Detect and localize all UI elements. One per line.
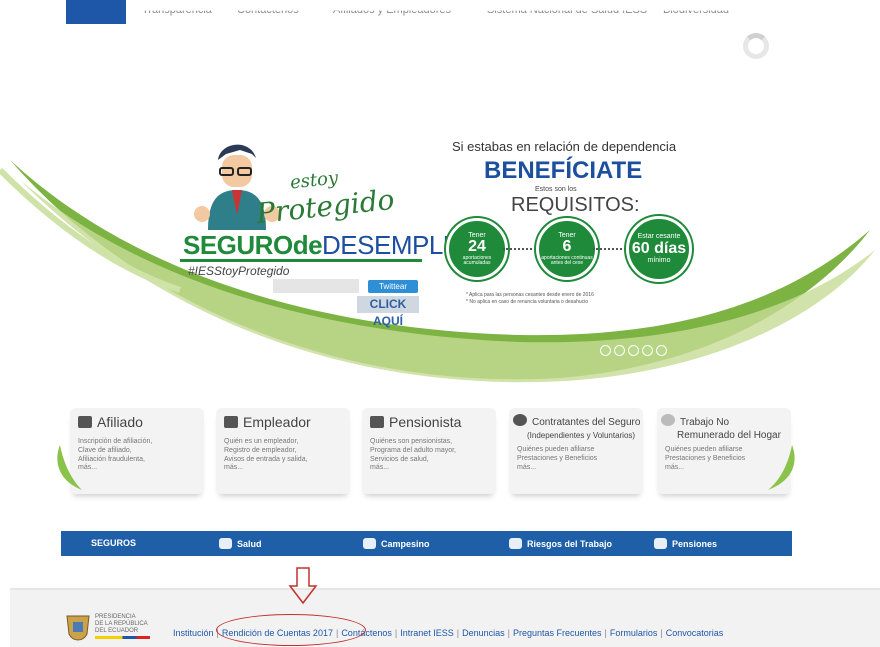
hand-icon xyxy=(661,414,675,426)
nav-home-block[interactable] xyxy=(66,0,126,24)
requirement-circle-1: Tener 24 aportaciones acumuladas xyxy=(446,218,508,280)
dotted-connector xyxy=(503,248,536,250)
banner-intro: Si estabas en relación de dependencia xyxy=(452,139,677,154)
leaf-decoration-icon xyxy=(768,445,795,490)
card-title-text: Empleador xyxy=(243,414,311,430)
card-title-text: Trabajo No xyxy=(680,417,730,428)
req2-bottom: aportaciones continuas antes del cese xyxy=(541,254,593,267)
seguro-pensiones-link[interactable]: Pensiones xyxy=(654,538,717,549)
banner-hashtag: #IESStoyProtegido xyxy=(188,264,290,278)
req3-big: 60 días xyxy=(631,239,687,257)
card-title[interactable]: Trabajo No xyxy=(661,414,729,428)
nav-item-afiliados[interactable]: Afiliados y Empleadores xyxy=(333,11,451,16)
separator: | xyxy=(456,628,460,638)
separator: | xyxy=(394,628,398,638)
card-description[interactable]: Quiénes pueden afiliarse Prestaciones y … xyxy=(665,446,745,472)
hero-banner[interactable]: estoy Protegido SEGUROdeDESEMPLEO #IESSt… xyxy=(0,120,880,385)
card-description[interactable]: Quiénes pueden afiliarse Prestaciones y … xyxy=(517,446,597,472)
seguro-item-label: Salud xyxy=(237,539,262,549)
footer-link-formularios[interactable]: Formularios xyxy=(610,628,658,638)
separator: | xyxy=(507,628,510,638)
banner-seguro-desempleo: SEGUROdeDESEMPLEO xyxy=(183,230,480,261)
seguro-salud-link[interactable]: Salud xyxy=(219,538,262,549)
card-pensionista[interactable]: Pensionista Quiénes son pensionistas, Pr… xyxy=(362,408,496,494)
card-empleador[interactable]: Empleador Quién es un empleador, Registr… xyxy=(216,408,350,494)
footer-link-convocatorias[interactable]: Convocatorias xyxy=(666,628,724,638)
carousel-dot[interactable] xyxy=(600,345,611,356)
highlight-ellipse-annotation xyxy=(216,614,366,646)
carousel-dot[interactable] xyxy=(642,345,653,356)
banner-underline xyxy=(180,259,422,262)
loading-spinner-icon xyxy=(743,33,769,59)
twitter-button[interactable]: Twittear xyxy=(368,280,418,293)
carousel-dot[interactable] xyxy=(656,345,667,356)
carousel-dot[interactable] xyxy=(614,345,625,356)
card-title[interactable]: Afiliado xyxy=(78,414,143,430)
requirement-circle-2: Tener 6 aportaciones continuas antes del… xyxy=(536,218,598,280)
banner-note-1: * Aplica para las personas cesantes desd… xyxy=(466,292,594,298)
heart-icon xyxy=(219,538,232,549)
card-description[interactable]: Quién es un empleador, Registro de emple… xyxy=(224,438,308,473)
footer-link-intranet[interactable]: Intranet IESS xyxy=(400,628,454,638)
presidencia-text: PRESIDENCIA DE LA REPÚBLICA DEL ECUADOR xyxy=(95,614,148,635)
nav-item-contactenos[interactable]: Contáctenos xyxy=(237,11,299,16)
seguro-word: SEGURO xyxy=(183,230,293,260)
requirement-circle-3: Estar cesante 60 días mínimo xyxy=(626,216,692,282)
flag-stripe xyxy=(95,636,150,639)
req3-bottom: mínimo xyxy=(647,257,671,265)
banner-headline: BENEFÍCIATE xyxy=(484,157,643,184)
separator: | xyxy=(660,628,663,638)
banner-requisitos: REQUISITOS: xyxy=(511,194,640,216)
helmet-icon xyxy=(509,538,522,549)
card-subtitle: (Independientes y Voluntarios) xyxy=(527,431,636,440)
plant-icon xyxy=(363,538,376,549)
nav-item-biodiversidad[interactable]: Biodiversidad xyxy=(663,11,729,16)
down-arrow-annotation-icon xyxy=(288,567,318,605)
share-box[interactable] xyxy=(273,279,359,293)
req1-bottom: aportaciones acumuladas xyxy=(462,254,492,267)
card-title-text: Contratantes del Seguro xyxy=(532,417,641,428)
top-navigation: Transparencia Contáctenos Afiliados y Em… xyxy=(0,0,880,26)
seguro-item-label: Campesino xyxy=(381,539,430,549)
users-icon xyxy=(78,416,92,428)
leaf-icon xyxy=(513,414,527,426)
carousel-dot[interactable] xyxy=(628,345,639,356)
dotted-connector xyxy=(593,248,626,250)
card-title-text: Pensionista xyxy=(389,414,462,430)
seguros-bar: SEGUROS Salud Campesino Riesgos del Trab… xyxy=(61,531,792,556)
carousel-pager xyxy=(600,345,667,356)
seguro-item-label: Riesgos del Trabajo xyxy=(527,539,613,549)
pension-icon xyxy=(654,538,667,549)
card-title[interactable]: Contratantes del Seguro xyxy=(513,414,640,428)
footer-link-denuncias[interactable]: Denuncias xyxy=(462,628,505,638)
card-title[interactable]: Empleador xyxy=(224,414,311,430)
nav-item-salud[interactable]: Sistema Nacional de Salud IESS xyxy=(487,11,647,16)
seguro-item-label: Pensiones xyxy=(672,539,718,549)
card-contratantes[interactable]: Contratantes del Seguro (Independientes … xyxy=(509,408,643,494)
nav-item-transparencia[interactable]: Transparencia xyxy=(142,11,212,16)
footer-link-preguntas[interactable]: Preguntas Frecuentes xyxy=(513,628,602,638)
req2-big: 6 xyxy=(562,238,572,256)
card-title[interactable]: Pensionista xyxy=(370,414,461,430)
banner-note-2: * No aplica en caso de renuncia voluntar… xyxy=(466,299,589,305)
req1-big: 24 xyxy=(468,238,486,256)
separator: | xyxy=(604,628,607,638)
seguros-label: SEGUROS xyxy=(91,538,137,548)
footer-link-institucion[interactable]: Institución xyxy=(173,628,214,638)
seguro-campesino-link[interactable]: Campesino xyxy=(363,538,430,549)
leaf-decoration-icon xyxy=(57,445,82,490)
de-word: de xyxy=(292,230,323,260)
card-title-text: Afiliado xyxy=(97,414,143,430)
seguro-riesgos-link[interactable]: Riesgos del Trabajo xyxy=(509,538,612,549)
pension-icon xyxy=(370,416,384,428)
ecuador-coat-of-arms-icon xyxy=(66,615,90,641)
banner-estos: Estos son los xyxy=(535,186,577,193)
click-here-button[interactable]: CLICK AQUÍ xyxy=(357,296,419,328)
card-description[interactable]: Quiénes son pensionistas, Programa del a… xyxy=(370,438,456,473)
briefcase-icon xyxy=(224,416,238,428)
